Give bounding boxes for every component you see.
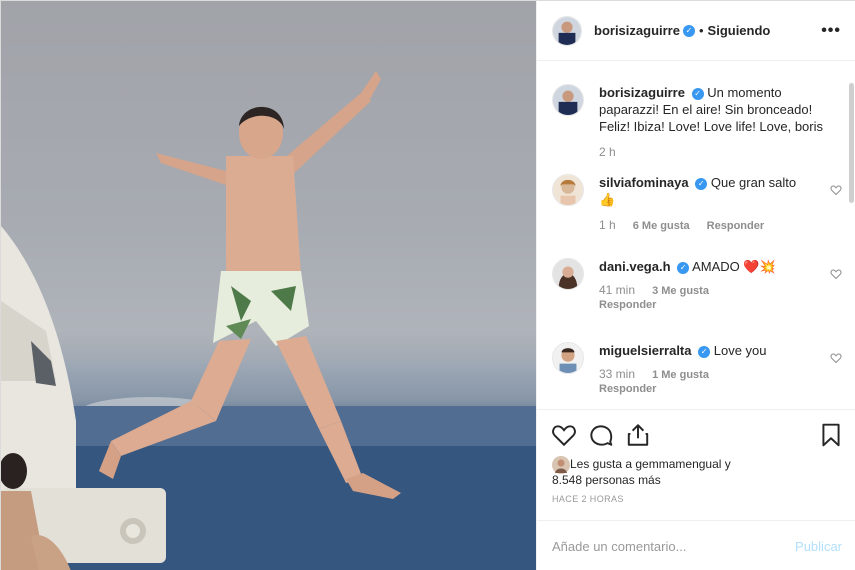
posted-time[interactable]: HACE 2 HORAS [552,494,624,504]
avatar[interactable] [552,342,584,374]
comments-list[interactable]: borisizaguirre ✓ Un momento paparazzi! E… [537,62,855,408]
comment-body: dani.vega.h ✓ AMADO ❤️💥 [599,258,842,275]
comment-text: AMADO [692,259,740,274]
photo-illustration [1,1,536,570]
comment-emoji: 👍 [599,192,616,207]
post-panel: borisizaguirre ✓ • Siguiendo ••• borisiz… [536,1,855,570]
bookmark-icon[interactable] [818,422,844,448]
likes-count[interactable]: 1 Me gusta [652,369,709,381]
verified-badge-icon: ✓ [682,24,695,37]
like-heart-icon[interactable] [830,184,842,196]
comment-item: miguelsierralta ✓ Love you 33 min 1 Me g… [552,342,842,396]
share-icon[interactable] [625,422,651,448]
verified-badge-icon: ✓ [695,177,708,190]
reply-button[interactable]: Responder [599,298,842,312]
post-photo[interactable] [1,1,536,570]
avatar[interactable] [552,15,582,46]
separator: • [698,23,704,38]
timestamp[interactable]: 41 min [599,283,635,297]
comment-meta: 33 min 1 Me gusta Responder [599,367,842,396]
likes-count[interactable]: 6 Me gusta [633,220,690,232]
comment-icon[interactable] [588,422,614,448]
instagram-post-window: borisizaguirre ✓ • Siguiendo ••• borisiz… [0,0,855,570]
caption-meta: 2 h [599,145,842,160]
avatar[interactable] [552,258,584,290]
comment-text: Que gran salto [710,175,797,190]
likes-line-2: 8.548 personas más [552,473,661,487]
reply-button[interactable]: Responder [599,382,842,396]
caption: borisizaguirre ✓ Un momento paparazzi! E… [552,84,842,160]
likes-count[interactable]: 3 Me gusta [652,285,709,297]
reply-button[interactable]: Responder [707,220,764,232]
verified-badge-icon: ✓ [691,87,704,100]
likes-line-1: Les gusta a gemmamengual y [570,457,731,471]
username-link[interactable]: borisizaguirre [594,23,680,38]
timestamp[interactable]: 1 h [599,218,616,232]
like-heart-icon[interactable] [830,268,842,280]
verified-badge-icon: ✓ [677,261,690,274]
comment-item: silviafominaya ✓ Que gran salto 👍 1 h 6 … [552,174,842,233]
following-button[interactable]: Siguiendo [708,23,771,38]
avatar[interactable] [552,84,584,116]
timestamp[interactable]: 33 min [599,367,635,381]
add-comment-bar: Publicar [537,520,855,570]
comment-meta: 41 min 3 Me gusta Responder [599,283,842,312]
likes-summary[interactable]: Les gusta a gemmamengual y 8.548 persona… [552,456,832,488]
verified-badge-icon: ✓ [698,345,711,358]
caption-username[interactable]: borisizaguirre [599,85,685,100]
liker-avatar [552,456,570,474]
publish-button[interactable]: Publicar [795,539,842,554]
comment-input[interactable] [552,538,796,554]
comment-text: Love you [713,343,767,358]
comment-meta: 1 h 6 Me gusta Responder [599,218,842,233]
timestamp[interactable]: 2 h [599,145,616,159]
avatar[interactable] [552,174,584,206]
caption-body: borisizaguirre ✓ Un momento paparazzi! E… [599,84,842,135]
comment-username[interactable]: dani.vega.h [599,259,671,274]
like-heart-icon[interactable] [830,352,842,364]
comment-item: dani.vega.h ✓ AMADO ❤️💥 41 min 3 Me gust… [552,258,842,312]
comment-username[interactable]: silviafominaya [599,175,689,190]
comments-scrollbar[interactable] [849,83,854,203]
heart-icon[interactable] [551,422,577,448]
comment-emoji: ❤️💥 [743,259,776,274]
comment-body: silviafominaya ✓ Que gran salto 👍 [599,174,842,208]
comment-username[interactable]: miguelsierralta [599,343,692,358]
comment-body: miguelsierralta ✓ Love you [599,342,842,359]
post-header: borisizaguirre ✓ • Siguiendo ••• [537,1,855,61]
more-options-icon[interactable]: ••• [821,22,841,40]
